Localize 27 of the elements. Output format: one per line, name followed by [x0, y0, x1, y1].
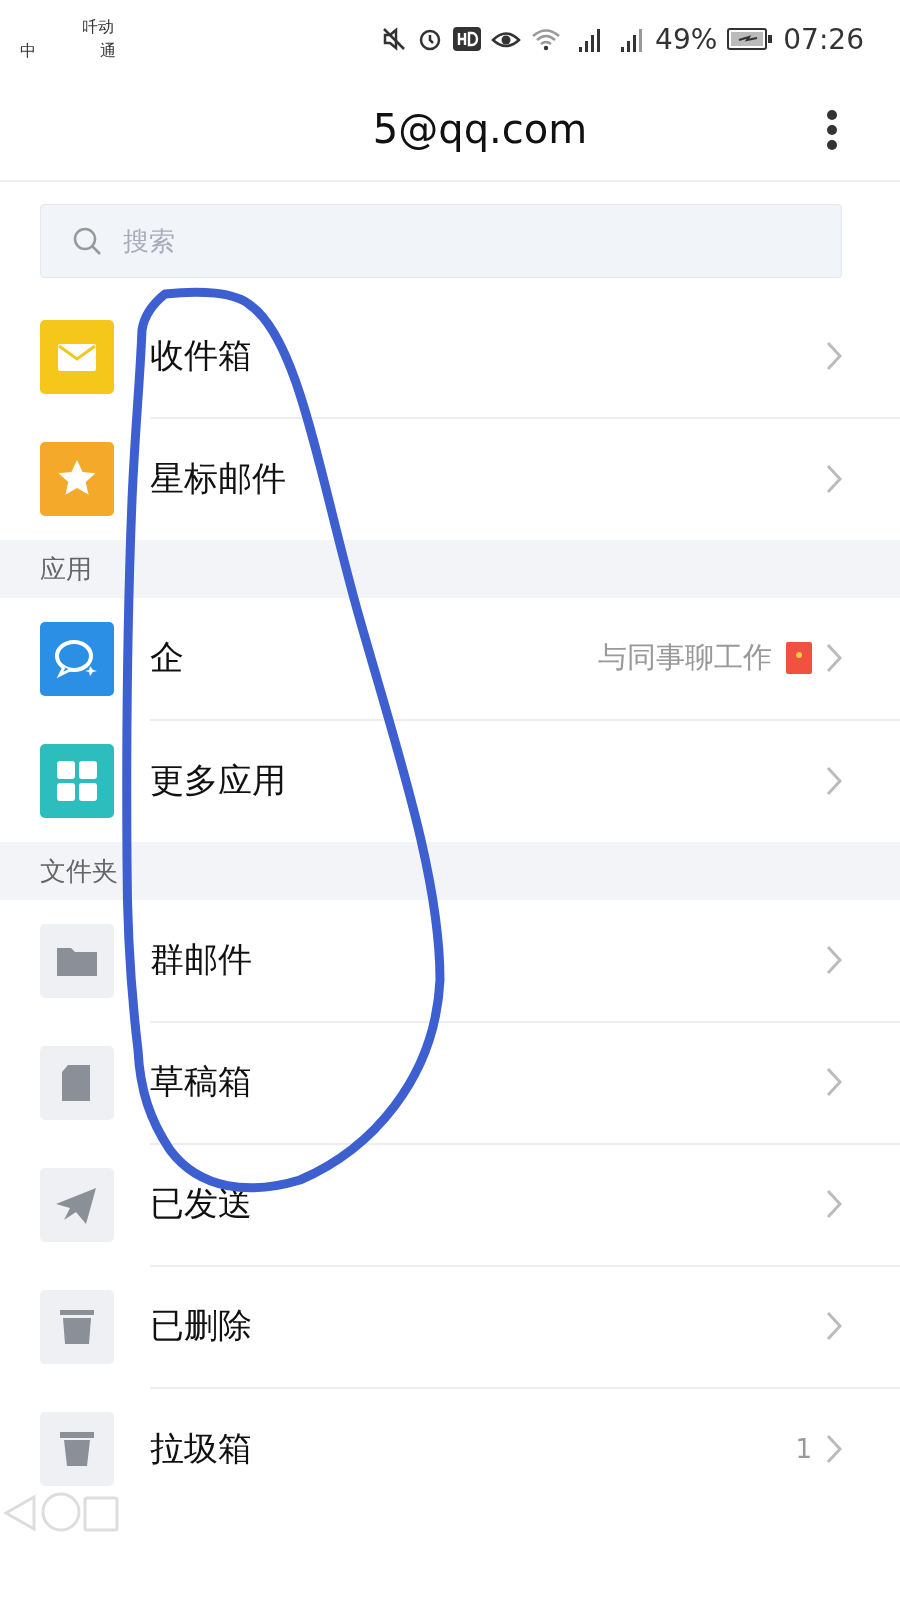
section-title: 文件夹 [40, 854, 118, 888]
search-field[interactable]: 搜索 [40, 204, 842, 278]
folder-name: 拉圾箱 [150, 1427, 253, 1470]
carrier-text: 吀动 [81, 16, 115, 38]
folder-name: 群邮件 [150, 938, 253, 981]
unread-count: 1 [795, 1434, 812, 1464]
folder-name: 已删除 [150, 1304, 253, 1347]
clock-time: 07:26 [783, 22, 864, 56]
battery-percent: 49% [655, 22, 718, 56]
folder-row[interactable]: 已删除 [0, 1266, 900, 1388]
app-note: 与同事聊工作 [598, 639, 772, 676]
folder-row[interactable]: 更多应用 [0, 720, 900, 842]
carrier-text: 中 [20, 40, 37, 62]
folder-row[interactable]: 群邮件 [0, 900, 900, 1022]
folder-name: 草稿箱 [150, 1060, 253, 1103]
folder-name: 收件箱 [150, 334, 253, 377]
folder-row[interactable]: 收件箱 [0, 296, 900, 418]
folder-row[interactable]: 草稿箱 [0, 1022, 900, 1144]
section-title: 应用 [40, 552, 92, 586]
folder-row[interactable]: 星标邮件 [0, 418, 900, 540]
folder-name: 企 [150, 636, 185, 679]
folder-row[interactable]: 企 与同事聊工作 [0, 598, 900, 720]
folder-name: 更多应用 [150, 759, 287, 802]
account-title: 5@qq.com [372, 106, 588, 152]
carrier-text: 通 [99, 40, 117, 62]
folder-row[interactable]: 拉圾箱 1 [0, 1388, 900, 1491]
folder-name: 星标邮件 [150, 457, 287, 500]
